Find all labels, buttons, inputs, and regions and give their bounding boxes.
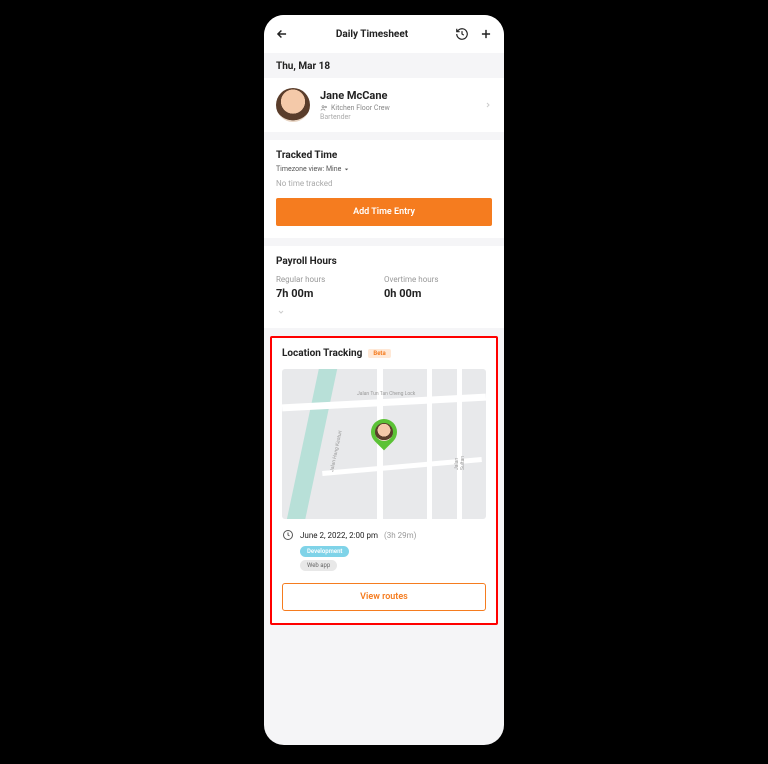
payroll-title: Payroll Hours: [276, 256, 492, 267]
history-button[interactable]: [454, 26, 470, 42]
date-label: Thu, Mar 18: [264, 53, 504, 78]
expand-payroll-button[interactable]: [276, 308, 492, 316]
location-title: Location Tracking: [282, 348, 362, 359]
location-timestamp: June 2, 2022, 2:00 pm: [300, 531, 378, 540]
arrow-left-icon: [275, 27, 289, 41]
beta-badge: Beta: [368, 349, 390, 358]
payroll-section: Payroll Hours Regular hours 7h 00m Overt…: [264, 246, 504, 328]
chevron-down-icon: [276, 308, 286, 316]
add-button[interactable]: [478, 26, 494, 42]
person-card[interactable]: Jane McCane Kitchen Floor Crew Bartender: [264, 78, 504, 132]
caret-down-icon: [343, 166, 350, 173]
tag-development: Development: [300, 546, 349, 557]
regular-hours-label: Regular hours: [276, 275, 384, 284]
add-time-entry-button[interactable]: Add Time Entry: [276, 198, 492, 226]
map-river: [282, 369, 341, 519]
tracked-time-title: Tracked Time: [276, 150, 492, 161]
location-pin[interactable]: [371, 419, 397, 445]
person-group: Kitchen Floor Crew: [331, 104, 390, 112]
overtime-hours-label: Overtime hours: [384, 275, 492, 284]
timezone-label: Timezone view: Mine: [276, 165, 341, 173]
people-icon: [320, 104, 328, 112]
regular-hours-value: 7h 00m: [276, 287, 384, 300]
street-label: Jalan Tun Tan Cheng Lock: [357, 391, 415, 397]
street-label: Jalan Sultan: [454, 444, 466, 470]
history-icon: [455, 27, 469, 41]
map-road: [427, 369, 432, 519]
plus-icon: [479, 27, 493, 41]
phone-frame: Daily Timesheet Thu, Mar 18 Jane McCane …: [264, 15, 504, 745]
tag-webapp: Web app: [300, 560, 337, 571]
map-view[interactable]: Jalan Tun Tan Cheng Lock Jalan Hang Kast…: [282, 369, 486, 519]
no-time-text: No time tracked: [276, 179, 492, 188]
timezone-selector[interactable]: Timezone view: Mine: [276, 165, 492, 173]
avatar: [276, 88, 310, 122]
person-name: Jane McCane: [320, 89, 474, 102]
pin-avatar: [375, 423, 393, 441]
page-title: Daily Timesheet: [336, 29, 408, 40]
app-header: Daily Timesheet: [264, 15, 504, 53]
tracked-time-section: Tracked Time Timezone view: Mine No time…: [264, 140, 504, 238]
location-tracking-section: Location Tracking Beta Jalan Tun Tan Che…: [270, 336, 498, 625]
chevron-right-icon: [484, 100, 492, 110]
person-role: Bartender: [320, 113, 474, 121]
overtime-hours-value: 0h 00m: [384, 287, 492, 300]
street-label: Jalan Hang Kasturi: [329, 430, 344, 473]
view-routes-button[interactable]: View routes: [282, 583, 486, 611]
back-button[interactable]: [274, 26, 290, 42]
clock-icon: [282, 529, 294, 541]
location-duration: (3h 29m): [384, 531, 416, 540]
